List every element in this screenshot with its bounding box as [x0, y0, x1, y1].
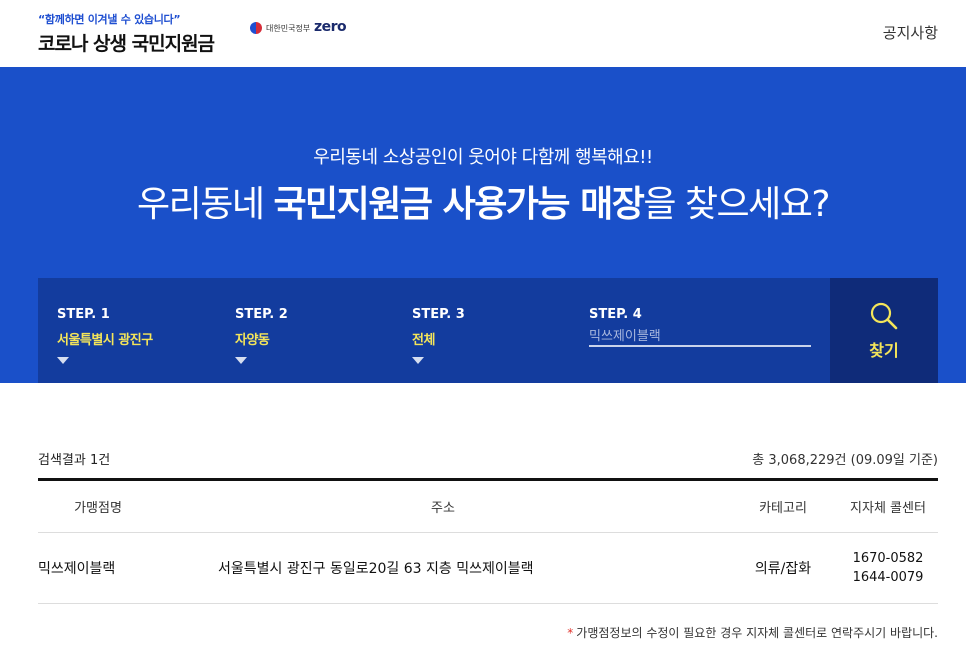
- hero-title-pre: 우리동네: [137, 184, 274, 225]
- search-icon: [870, 302, 898, 329]
- col-header-category: 카테고리: [759, 501, 807, 516]
- logo-slogan: “함께하면 이겨낼 수 있습니다”: [38, 13, 181, 26]
- result-count: 검색결과 1건: [38, 453, 111, 468]
- footnote-text: 가맹점정보의 수정이 필요한 경우 지자체 콜센터로 연락주시기 바랍니다.: [576, 626, 938, 640]
- step1-value: 서울특별시 광진구: [57, 333, 153, 348]
- taegeuk-icon: [250, 22, 262, 34]
- store-address: 서울특별시 광진구 동일로20길 63 지층 믹쓰제이블랙: [218, 561, 534, 577]
- table-row: 믹쓰제이블랙 서울특별시 광진구 동일로20길 63 지층 믹쓰제이블랙 의류/…: [38, 533, 938, 604]
- step1-label: STEP. 1: [57, 307, 110, 322]
- store-name-input[interactable]: [589, 327, 811, 347]
- step1-region-select[interactable]: STEP. 1 서울특별시 광진구: [57, 307, 153, 364]
- col-header-name: 가맹점명: [74, 501, 122, 516]
- caret-down-icon: [57, 357, 69, 364]
- step2-label: STEP. 2: [235, 307, 288, 322]
- callcenter-phones: 1670-0582 1644-0079: [838, 549, 938, 587]
- step2-dong-select[interactable]: STEP. 2 자양동: [235, 307, 288, 364]
- caret-down-icon: [412, 357, 424, 364]
- phone-number[interactable]: 1670-0582: [838, 549, 938, 568]
- logo-title: 코로나 상생 국민지원금: [38, 33, 215, 55]
- site-logo[interactable]: “함께하면 이겨낼 수 있습니다” 코로나 상생 국민지원금: [38, 11, 215, 56]
- step4-keyword: STEP. 4: [589, 307, 811, 347]
- site-header: “함께하면 이겨낼 수 있습니다” 코로나 상생 국민지원금 대한민국정부 ze…: [0, 0, 966, 67]
- caret-down-icon: [235, 357, 247, 364]
- store-category: 의류/잡화: [754, 561, 812, 577]
- step3-value: 전체: [412, 333, 435, 348]
- hero-title: 우리동네 국민지원금 사용가능 매장을 찾으세요?: [0, 175, 966, 227]
- footnote: * 가맹점정보의 수정이 필요한 경우 지자체 콜센터로 연락주시기 바랍니다.: [567, 624, 938, 641]
- step3-category-select[interactable]: STEP. 3 전체: [412, 307, 465, 364]
- hero-title-post: 을 찾으세요?: [643, 184, 830, 225]
- gov-label: 대한민국정부: [266, 23, 311, 33]
- col-header-callcenter: 지자체 콜센터: [850, 501, 926, 516]
- phone-number[interactable]: 1644-0079: [838, 568, 938, 587]
- col-header-address: 주소: [431, 501, 455, 516]
- step3-label: STEP. 3: [412, 307, 465, 322]
- find-button[interactable]: 찾기: [830, 278, 938, 383]
- zero-logo: zero: [314, 19, 347, 35]
- find-label: 찾기: [869, 340, 899, 360]
- step2-value: 자양동: [235, 333, 270, 348]
- step4-label: STEP. 4: [589, 307, 642, 322]
- store-name: 믹쓰제이블랙: [38, 561, 116, 577]
- gov-logo: 대한민국정부: [250, 22, 310, 34]
- hero-title-bold: 국민지원금 사용가능 매장: [273, 184, 644, 225]
- results-table: 가맹점명 주소 카테고리 지자체 콜센터 믹쓰제이블랙 서울특별시 광진구 동일…: [38, 478, 938, 604]
- result-total: 총 3,068,229건 (09.09일 기준): [752, 453, 938, 468]
- table-header: 가맹점명 주소 카테고리 지자체 콜센터: [38, 478, 938, 533]
- store-search-bar: STEP. 1 서울특별시 광진구 STEP. 2 자양동 STEP. 3 전체…: [38, 278, 938, 383]
- hero-subtitle: 우리동네 소상공인이 웃어야 다함께 행복해요!!: [313, 147, 653, 168]
- asterisk-icon: *: [567, 626, 574, 640]
- notice-link[interactable]: 공지사항: [883, 22, 938, 43]
